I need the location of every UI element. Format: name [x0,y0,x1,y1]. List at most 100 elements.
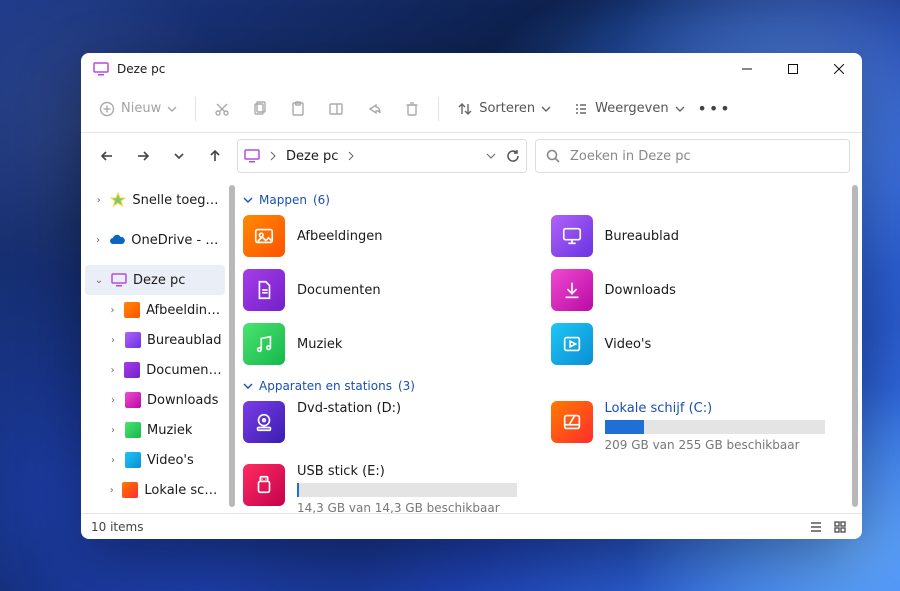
chevron-right-icon: › [107,425,119,436]
tiles-view-button[interactable] [828,517,852,537]
folder-pictures[interactable]: Afbeeldingen [243,215,541,257]
cloud-icon [109,232,125,248]
capacity-fill [297,483,299,497]
folder-label: Video's [605,337,652,352]
folder-videos[interactable]: Video's [551,323,849,365]
sidebar-item-desktop[interactable]: › Bureaublad [85,325,225,355]
folder-label: Documenten [297,283,381,298]
group-header-folders[interactable]: Mappen (6) [243,193,848,207]
up-button[interactable] [201,140,229,172]
forward-button[interactable] [129,140,157,172]
folder-icon [125,422,141,438]
sort-icon [457,101,473,117]
body: › Snelle toegang › OneDrive - Perso ⌄ De… [81,179,862,513]
chevron-right-icon [268,151,278,161]
sidebar-item-label: Snelle toegang [132,193,225,208]
plus-circle-icon [99,101,115,117]
paste-button[interactable] [280,91,316,127]
sidebar-item-label: Afbeeldingen [146,303,225,318]
drive-icon [551,401,593,443]
view-button[interactable]: Weergeven [563,91,694,127]
recent-button[interactable] [165,140,193,172]
navigation-pane[interactable]: › Snelle toegang › OneDrive - Perso ⌄ De… [81,179,225,513]
refresh-icon[interactable] [506,149,520,163]
status-text: 10 items [91,520,143,534]
folder-documents[interactable]: Documenten [243,269,541,311]
titlebar[interactable]: Deze pc [81,53,862,85]
list-icon [809,520,823,534]
new-button[interactable]: Nieuw [89,91,187,127]
back-button[interactable] [93,140,121,172]
folder-music[interactable]: Muziek [243,323,541,365]
sidebar-item-onedrive[interactable]: › OneDrive - Perso [85,225,225,255]
sidebar-item-label: Muziek [147,423,192,438]
search-placeholder: Zoeken in Deze pc [570,149,691,164]
folder-desktop[interactable]: Bureaublad [551,215,849,257]
sidebar-item-this-pc[interactable]: ⌄ Deze pc [85,265,225,295]
drive-usb[interactable]: USB stick (E:) 14,3 GB van 14,3 GB besch… [243,464,541,513]
group-label: Apparaten en stations [259,379,392,393]
folder-icon [243,215,285,257]
delete-button[interactable] [394,91,430,127]
chevron-down-icon: ⌄ [93,275,105,286]
status-bar: 10 items [81,513,862,539]
cut-button[interactable] [204,91,240,127]
chevron-down-icon[interactable] [486,151,496,161]
drive-label: USB stick (E:) [297,464,517,479]
chevron-right-icon: › [107,395,119,406]
chevron-down-icon [675,104,685,114]
navigation-row: Deze pc Zoeken in Deze pc [81,133,862,179]
drive-dvd[interactable]: Dvd-station (D:) [243,401,541,452]
maximize-button[interactable] [770,53,816,85]
drive-local[interactable]: Lokale schijf (C:) 209 GB van 255 GB bes… [551,401,849,452]
trash-icon [404,101,420,117]
chevron-down-icon [541,104,551,114]
sidebar-item-label: Deze pc [133,273,185,288]
rename-icon [328,101,344,117]
breadcrumb[interactable]: Deze pc [286,149,338,164]
sidebar-item-label: Video's [147,453,194,468]
rename-button[interactable] [318,91,354,127]
sidebar-item-music[interactable]: › Muziek [85,415,225,445]
group-count: (6) [313,193,330,207]
details-view-button[interactable] [804,517,828,537]
folder-icon [124,302,140,318]
window-title: Deze pc [117,62,165,76]
explorer-window: Deze pc Nieuw Sorteren Weergeven ••• [81,53,862,539]
capacity-fill [605,420,645,434]
chevron-right-icon: › [107,305,118,316]
sidebar-item-downloads[interactable]: › Downloads [85,385,225,415]
copy-button[interactable] [242,91,278,127]
sidebar-item-label: Documenten [146,363,225,378]
clipboard-icon [290,101,306,117]
minimize-button[interactable] [724,53,770,85]
chevron-right-icon: › [107,455,119,466]
sidebar-item-pictures[interactable]: › Afbeeldingen [85,295,225,325]
view-icon [573,101,589,117]
this-pc-icon [244,148,260,164]
chevron-down-icon [243,195,253,205]
share-button[interactable] [356,91,392,127]
content-pane[interactable]: Mappen (6) Afbeeldingen Bureaublad Docum… [225,179,862,513]
sidebar-item-quick-access[interactable]: › Snelle toegang [85,185,225,215]
close-button[interactable] [816,53,862,85]
folder-icon [551,323,593,365]
capacity-bar [297,483,517,497]
sort-button[interactable]: Sorteren [447,91,561,127]
address-bar[interactable]: Deze pc [237,139,527,173]
disc-icon [243,401,285,443]
search-input[interactable]: Zoeken in Deze pc [535,139,850,173]
folder-icon [551,215,593,257]
group-count: (3) [398,379,415,393]
sidebar-item-local-disk[interactable]: › Lokale schijf (C: [85,475,225,505]
this-pc-icon [111,272,127,288]
arrow-left-icon [100,149,114,163]
sidebar-item-videos[interactable]: › Video's [85,445,225,475]
chevron-right-icon: › [107,335,119,346]
group-header-devices[interactable]: Apparaten en stations (3) [243,379,848,393]
sidebar-item-label: Lokale schijf (C: [144,483,225,498]
more-button[interactable]: ••• [697,91,733,127]
folder-downloads[interactable]: Downloads [551,269,849,311]
sidebar-item-documents[interactable]: › Documenten [85,355,225,385]
drive-icon [122,482,138,498]
